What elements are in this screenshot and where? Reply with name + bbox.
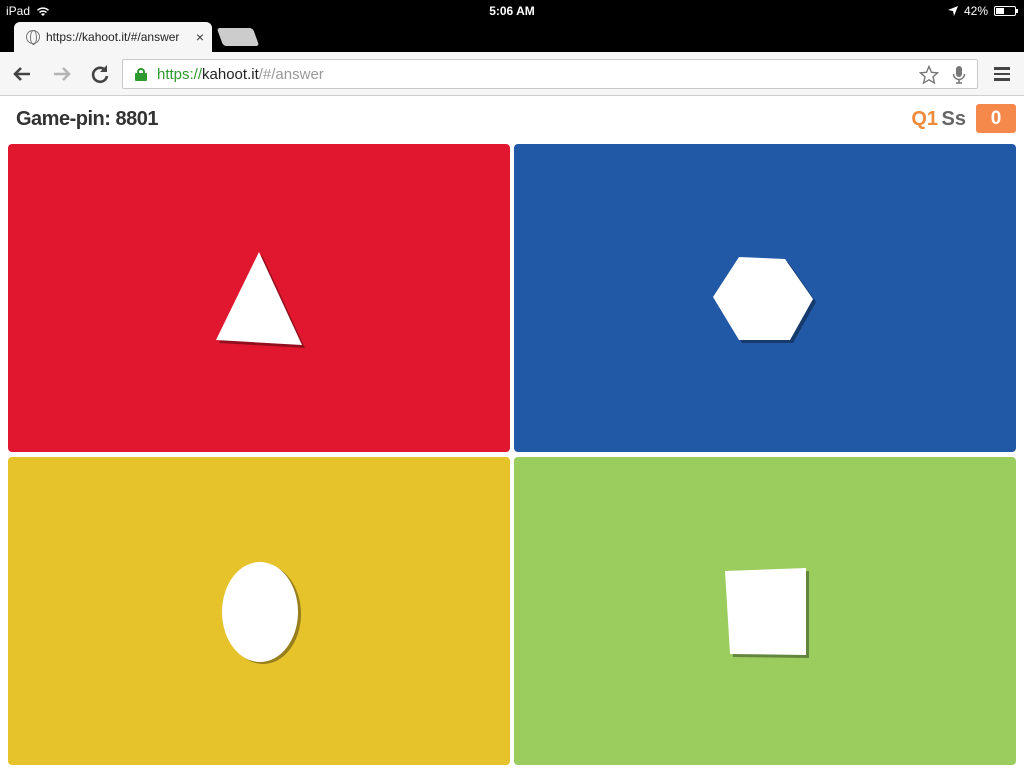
globe-icon (26, 30, 40, 45)
hexagon-icon (713, 257, 816, 343)
menu-icon[interactable] (994, 67, 1010, 81)
lock-icon (135, 68, 147, 81)
circle-icon (222, 562, 301, 664)
back-arrow-icon[interactable] (10, 62, 34, 86)
answer-triangle-button[interactable] (8, 144, 510, 452)
reload-icon[interactable] (88, 62, 112, 86)
score-badge: 0 (976, 104, 1016, 133)
tab-title: https://kahoot.it/#/answer (46, 30, 180, 44)
location-arrow-icon (947, 6, 958, 16)
url-host: kahoot.it (202, 65, 259, 83)
status-bar: iPad 5:06 AM 42% (0, 0, 1024, 22)
answer-square-button[interactable] (514, 457, 1016, 765)
question-number: Q1 (911, 108, 938, 130)
url-scheme: https:// (157, 65, 203, 83)
answer-hexagon-button[interactable] (514, 144, 1016, 452)
browser-tab[interactable]: https://kahoot.it/#/answer × (14, 22, 212, 52)
game-pin: Game-pin: 8801 (16, 108, 158, 130)
address-bar[interactable]: https:// kahoot.it /#/answer (122, 59, 978, 89)
player-nickname: Ss (941, 108, 966, 130)
url-path: /#/answer (258, 65, 324, 83)
tab-strip: https://kahoot.it/#/answer × (0, 22, 1024, 52)
clock: 5:06 AM (489, 4, 535, 18)
battery-percent: 42% (963, 4, 988, 18)
browser-toolbar: https:// kahoot.it /#/answer (0, 52, 1024, 96)
microphone-icon[interactable] (951, 65, 967, 85)
bookmark-star-icon[interactable] (919, 65, 939, 85)
new-tab-button[interactable] (216, 28, 260, 46)
forward-arrow-icon[interactable] (50, 62, 74, 86)
square-icon (725, 568, 809, 658)
tab-close-icon[interactable]: × (196, 29, 204, 45)
game-header: Game-pin: 8801 Q1 Ss 0 (0, 96, 1024, 144)
answer-circle-button[interactable] (8, 457, 510, 765)
battery-icon (994, 6, 1018, 16)
triangle-icon (216, 252, 305, 348)
